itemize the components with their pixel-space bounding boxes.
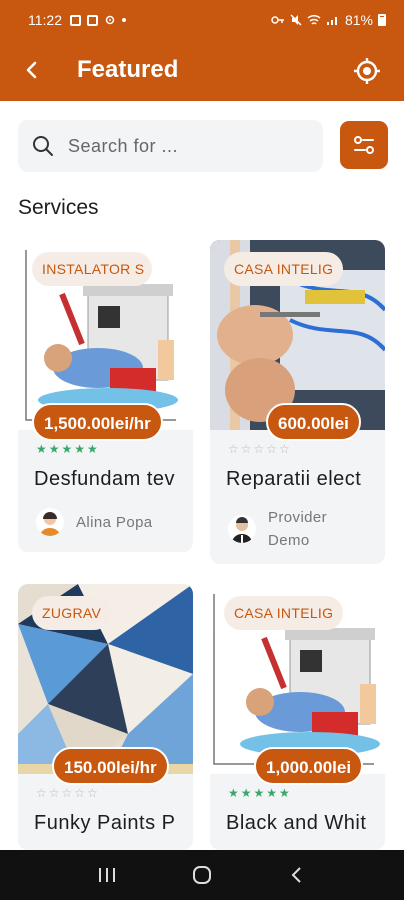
settings-notification-icon xyxy=(105,15,115,25)
search-input[interactable] xyxy=(68,135,308,157)
battery-percent: 81% xyxy=(344,12,373,28)
more-notifications-dot xyxy=(122,18,126,22)
notification-icons xyxy=(70,14,126,26)
filter-icon xyxy=(354,136,374,154)
section-title: Services xyxy=(18,196,99,219)
system-status: 81% xyxy=(271,12,386,28)
search-bar[interactable] xyxy=(18,120,323,172)
service-title: Funky Paints P xyxy=(34,812,176,834)
status-bar: 11:22 81% xyxy=(0,0,404,40)
home-icon[interactable] xyxy=(187,860,217,890)
service-card[interactable]: CASA INTELIG 1,000.00lei ★★★★★ Black and… xyxy=(210,584,385,850)
page-title: Featured xyxy=(77,56,179,83)
status-time: 11:22 xyxy=(28,12,62,28)
service-title: Black and Whit xyxy=(226,812,367,834)
provider-name: Alina Popa xyxy=(76,513,153,531)
signal-icon xyxy=(326,17,337,25)
service-card[interactable]: INSTALATOR S 1,500.00lei/hr ★★★★★ Desfun… xyxy=(18,240,193,552)
price-tag: 1,000.00lei xyxy=(254,747,364,785)
battery-icon xyxy=(378,14,386,26)
recent-apps-icon[interactable] xyxy=(92,860,122,890)
back-arrow-icon[interactable] xyxy=(18,56,46,84)
category-badge: INSTALATOR S xyxy=(32,252,152,286)
provider-info[interactable]: Provider Demo xyxy=(228,506,348,552)
price-tag: 600.00lei xyxy=(266,403,361,441)
service-card[interactable]: ZUGRAV 150.00lei/hr ☆☆☆☆☆ Funky Paints P xyxy=(18,584,193,850)
price-tag: 150.00lei/hr xyxy=(52,747,169,785)
provider-name: Provider Demo xyxy=(268,509,328,549)
rating-stars: ☆☆☆☆☆ xyxy=(36,786,100,800)
category-badge: CASA INTELIG xyxy=(224,596,344,630)
rating-stars: ★★★★★ xyxy=(36,442,100,456)
gallery-notification-icon xyxy=(70,14,81,26)
mute-icon xyxy=(290,14,302,26)
system-back-icon[interactable] xyxy=(282,860,312,890)
service-title: Desfundam tev xyxy=(34,468,176,490)
service-card[interactable]: CASA INTELIG 600.00lei ☆☆☆☆☆ Reparatii e… xyxy=(210,240,385,564)
avatar xyxy=(228,515,256,543)
system-navigation-bar xyxy=(0,850,404,900)
price-tag: 1,500.00lei/hr xyxy=(32,403,163,441)
filter-button[interactable] xyxy=(340,121,388,169)
toolbar: Featured xyxy=(0,44,404,100)
wifi-icon xyxy=(307,14,321,25)
key-icon xyxy=(271,16,284,24)
app-bar: 11:22 81% Featured xyxy=(0,0,404,101)
rating-stars: ★★★★★ xyxy=(228,786,292,800)
app-notification-icon xyxy=(87,14,98,26)
avatar xyxy=(36,508,64,536)
provider-info[interactable]: Alina Popa xyxy=(36,508,153,536)
location-target-icon[interactable] xyxy=(352,56,382,86)
search-icon xyxy=(33,136,53,156)
category-badge: CASA INTELIG xyxy=(224,252,344,286)
category-badge: ZUGRAV xyxy=(32,596,112,630)
service-title: Reparatii elect xyxy=(226,468,362,490)
rating-stars: ☆☆☆☆☆ xyxy=(228,442,292,456)
